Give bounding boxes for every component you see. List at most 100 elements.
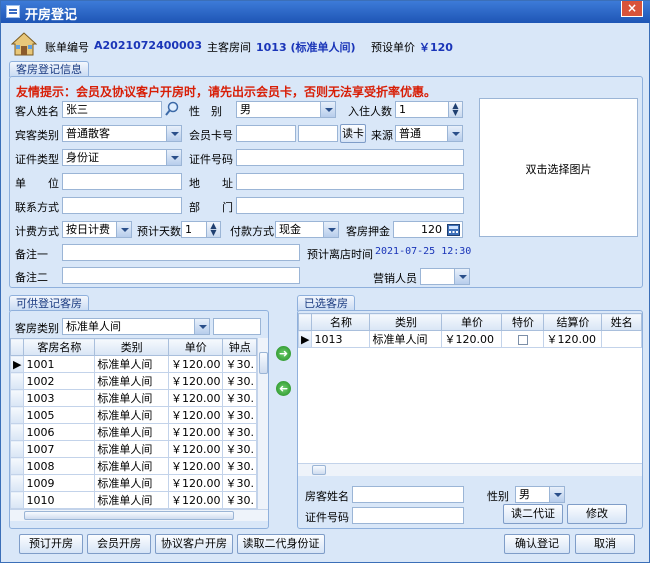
note1-label: 备注一: [15, 248, 48, 261]
cell: 1007: [23, 440, 96, 458]
id-type-select[interactable]: 身份证: [62, 149, 182, 166]
gender-label: 性 别: [189, 105, 222, 118]
address-label: 地 址: [189, 177, 233, 190]
table-row[interactable]: 1009 标准单人间 ￥120.00 ￥30.: [10, 474, 257, 492]
photo-box[interactable]: 双击选择图片: [479, 98, 638, 237]
member-card-input[interactable]: [236, 125, 296, 142]
add-room-arrow-icon[interactable]: ➜: [276, 346, 291, 361]
contact-input[interactable]: [62, 197, 182, 214]
read-card-button[interactable]: 读卡: [340, 124, 366, 143]
column-header[interactable]: 单价: [441, 313, 503, 331]
table-row[interactable]: 1008 标准单人间 ￥120.00 ￥30.: [10, 457, 257, 475]
room-type-label: 客房类别: [15, 322, 59, 335]
scroll-thumb[interactable]: [259, 352, 268, 374]
address-input[interactable]: [236, 173, 464, 190]
tab-guest-info[interactable]: 客房登记信息: [9, 61, 89, 77]
title-bar: 开房登记 ×: [1, 1, 650, 23]
horizontal-scrollbar[interactable]: [298, 463, 642, 476]
spinner-icon[interactable]: ▲ ▼: [448, 102, 462, 117]
chevron-down-icon: [447, 126, 462, 141]
gender-select[interactable]: 男: [236, 101, 336, 118]
sales-select[interactable]: [420, 268, 470, 285]
room-filter-input[interactable]: [213, 318, 261, 335]
unit-input[interactable]: [62, 173, 182, 190]
confirm-button[interactable]: 确认登记: [504, 534, 570, 554]
row-indicator: [10, 491, 25, 509]
gender-select-2[interactable]: 男: [515, 486, 565, 503]
bill-no-value: A2021072400003: [94, 39, 203, 52]
column-header[interactable]: 类别: [94, 338, 169, 356]
note2-input[interactable]: [62, 267, 300, 284]
table-row[interactable]: 1002 标准单人间 ￥120.00 ￥30.: [10, 372, 257, 390]
row-indicator: [10, 372, 25, 390]
table-row[interactable]: 1003 标准单人间 ￥120.00 ￥30.: [10, 389, 257, 407]
cell: ￥30.: [222, 372, 257, 390]
cell: 1003: [23, 389, 96, 407]
column-header[interactable]: 单价: [167, 338, 224, 356]
tab-available-rooms[interactable]: 可供登记客房: [9, 295, 89, 311]
id-number-label-2: 证件号码: [305, 511, 349, 524]
member-card-input-2[interactable]: [298, 125, 338, 142]
days-value: 1: [185, 223, 192, 236]
note1-input[interactable]: [62, 244, 300, 261]
id-number-input[interactable]: [236, 149, 464, 166]
row-indicator-header: [298, 313, 313, 331]
close-button[interactable]: ×: [621, 1, 643, 17]
payment-select[interactable]: 现金: [275, 221, 339, 238]
modify-button[interactable]: 修改: [567, 504, 627, 524]
column-header[interactable]: 类别: [369, 313, 443, 331]
calculator-icon[interactable]: [447, 224, 460, 236]
remove-room-arrow-icon[interactable]: ➜: [276, 381, 291, 396]
guest-type-select[interactable]: 普通散客: [62, 125, 182, 142]
cancel-button[interactable]: 取消: [575, 534, 635, 554]
guest-name-input-2[interactable]: [352, 486, 464, 503]
cell: ￥120.00: [167, 457, 224, 475]
cell: ￥120.00: [167, 491, 224, 509]
room-type-select[interactable]: 标准单人间: [62, 318, 210, 335]
cell: 标准单人间: [94, 406, 169, 424]
column-header[interactable]: 名称: [311, 313, 371, 331]
spinner-icon[interactable]: ▲ ▼: [206, 222, 220, 237]
column-header[interactable]: 钟点: [222, 338, 257, 356]
table-row[interactable]: ▶ 1013 标准单人间 ￥120.00 ￥120.00: [298, 330, 642, 348]
scroll-thumb[interactable]: [24, 511, 234, 520]
cell: 标准单人间: [369, 330, 443, 348]
row-indicator: [10, 406, 25, 424]
column-header[interactable]: 客房名称: [23, 338, 96, 356]
department-input[interactable]: [236, 197, 464, 214]
member-card-label: 会员卡号: [189, 129, 233, 142]
column-header[interactable]: 结算价: [543, 313, 603, 331]
agreement-checkin-button[interactable]: 协议客户开房: [155, 534, 233, 554]
horizontal-scrollbar[interactable]: [10, 509, 268, 521]
table-row[interactable]: 1006 标准单人间 ￥120.00 ￥30.: [10, 423, 257, 441]
read-id-button[interactable]: 读取二代身份证: [237, 534, 325, 554]
read-id-card-button[interactable]: 读二代证: [503, 504, 563, 524]
window-icon: [6, 5, 20, 18]
column-header[interactable]: 特价: [501, 313, 545, 331]
scroll-thumb[interactable]: [312, 465, 326, 475]
search-icon[interactable]: [164, 101, 180, 117]
cell: ￥30.: [222, 457, 257, 475]
table-row[interactable]: 1010 标准单人间 ￥120.00 ￥30.: [10, 491, 257, 509]
cell: 1013: [311, 330, 371, 348]
chevron-down-icon: [320, 102, 335, 117]
billing-select[interactable]: 按日计费: [62, 221, 132, 238]
tab-selected-rooms[interactable]: 已选客房: [297, 295, 355, 311]
table-row[interactable]: ▶ 1001 标准单人间 ￥120.00 ￥30.: [10, 355, 257, 373]
days-stepper[interactable]: 1 ▲ ▼: [181, 221, 221, 238]
people-count-stepper[interactable]: 1 ▲ ▼: [395, 101, 463, 118]
table-row[interactable]: 1005 标准单人间 ￥120.00 ￥30.: [10, 406, 257, 424]
guest-name-input[interactable]: 张三: [62, 101, 162, 118]
source-select[interactable]: 普通: [395, 125, 463, 142]
selected-rooms-table: 名称 类别 单价 特价 结算价 姓名 ▶ 1013 标准单人间 ￥120.00 …: [298, 313, 642, 463]
guest-name-label: 客人姓名: [15, 105, 59, 118]
cell: 标准单人间: [94, 372, 169, 390]
reserve-checkin-button[interactable]: 预订开房: [19, 534, 83, 554]
member-checkin-button[interactable]: 会员开房: [87, 534, 151, 554]
id-number-input-2[interactable]: [352, 507, 464, 524]
deposit-input[interactable]: 120: [393, 221, 463, 238]
column-header[interactable]: 姓名: [601, 313, 642, 331]
special-price-checkbox[interactable]: [517, 334, 528, 345]
vertical-scrollbar[interactable]: [257, 338, 268, 509]
table-row[interactable]: 1007 标准单人间 ￥120.00 ￥30.: [10, 440, 257, 458]
